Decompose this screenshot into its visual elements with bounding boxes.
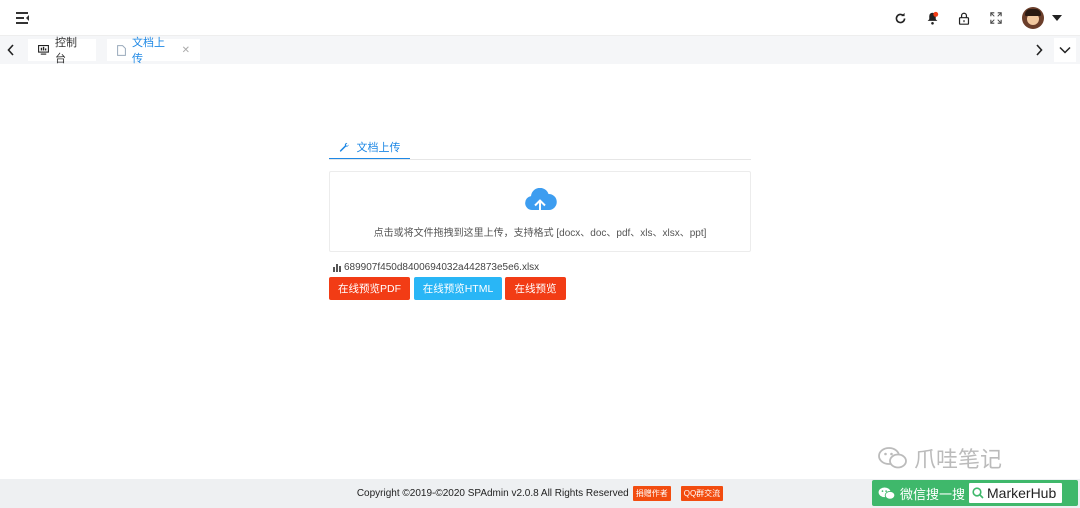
wrench-icon xyxy=(339,142,349,152)
search-icon xyxy=(972,487,984,499)
tabs-dropdown-button[interactable] xyxy=(1054,38,1076,62)
file-name: 689907f450d8400694032a442873e5e6.xlsx xyxy=(344,262,540,273)
panel-tab-label: 文档上传 xyxy=(356,142,401,154)
uploaded-file: 689907f450d8400694032a442873e5e6.xlsx xyxy=(333,262,539,273)
tab-dashboard[interactable]: 控制台 xyxy=(28,37,96,65)
tab-document-upload[interactable]: 文档上传 ✕ xyxy=(107,37,200,65)
cloud-upload-icon xyxy=(525,188,557,216)
caret-down-icon[interactable] xyxy=(1052,15,1062,21)
wechat-search-banner: 微信搜一搜 MarkerHub xyxy=(872,480,1078,506)
top-header xyxy=(0,0,1080,36)
close-icon[interactable]: ✕ xyxy=(182,45,190,56)
chevron-right-icon[interactable] xyxy=(1028,36,1050,64)
lock-icon[interactable] xyxy=(948,0,980,36)
qq-group-badge[interactable]: QQ群交流 xyxy=(680,486,724,501)
wechat-search-text: MarkerHub xyxy=(987,485,1057,501)
bar-chart-icon xyxy=(333,263,341,272)
tab-label: 控制台 xyxy=(55,37,77,65)
preview-button[interactable]: 在线预览 xyxy=(505,277,566,300)
donate-badge[interactable]: 捐赠作者 xyxy=(632,486,671,501)
watermark-title: 爪哇笔记 xyxy=(878,442,1002,474)
header-toolbar xyxy=(884,0,1062,36)
panel-tab-document-upload[interactable]: 文档上传 xyxy=(329,136,410,160)
wechat-search-label: 微信搜一搜 xyxy=(900,486,966,502)
upload-hint: 点击或将文件拖拽到这里上传，支持格式 [docx、doc、pdf、xls、xls… xyxy=(373,228,707,239)
fullscreen-icon[interactable] xyxy=(980,0,1012,36)
wechat-search-box: MarkerHub xyxy=(969,483,1063,503)
upload-dropzone[interactable]: 点击或将文件拖拽到这里上传，支持格式 [docx、doc、pdf、xls、xls… xyxy=(329,171,751,252)
avatar[interactable] xyxy=(1022,7,1044,29)
watermark-title-text: 爪哇笔记 xyxy=(914,448,1003,473)
preview-pdf-button[interactable]: 在线预览PDF xyxy=(329,277,410,300)
chevron-left-icon[interactable] xyxy=(0,36,22,64)
monitor-icon xyxy=(38,45,49,55)
wechat-icon xyxy=(878,447,907,469)
menu-toggle-icon[interactable] xyxy=(16,11,30,25)
chevron-down-icon xyxy=(1059,46,1071,54)
wechat-icon xyxy=(878,487,896,500)
copyright-text: Copyright ©2019-©2020 SPAdmin v2.0.8 All… xyxy=(356,488,629,499)
tab-label: 文档上传 xyxy=(132,37,165,65)
tabs-bar: 控制台 文档上传 ✕ xyxy=(0,36,1080,65)
preview-html-button[interactable]: 在线预览HTML xyxy=(414,277,502,300)
document-icon xyxy=(117,44,126,56)
panel-tab-divider xyxy=(329,159,751,160)
notification-bell-icon[interactable] xyxy=(916,0,948,36)
refresh-icon[interactable] xyxy=(884,0,916,36)
